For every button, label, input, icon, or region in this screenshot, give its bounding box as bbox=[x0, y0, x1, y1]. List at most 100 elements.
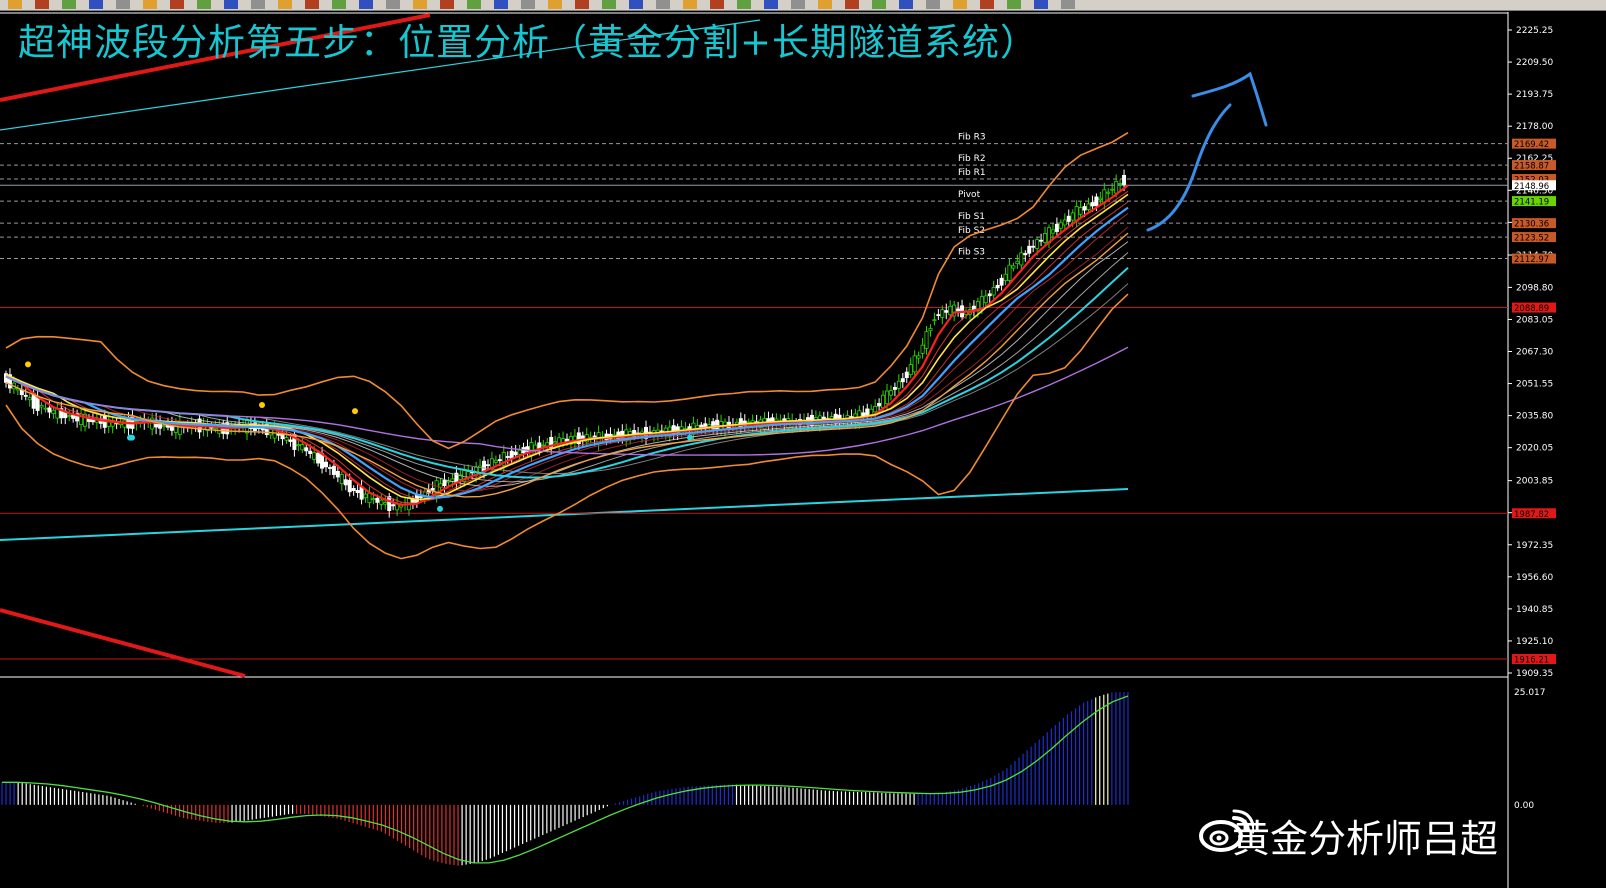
candle-body bbox=[379, 499, 384, 505]
candle-body bbox=[339, 474, 344, 484]
candle-body bbox=[1070, 212, 1075, 221]
y-tick-label: 2209.50 bbox=[1516, 58, 1553, 68]
candle-body bbox=[928, 328, 933, 332]
macd-tick-label: 25.017 bbox=[1514, 688, 1546, 698]
moving-average-line bbox=[5, 267, 1129, 479]
candle-body bbox=[1027, 245, 1032, 254]
candle-body bbox=[296, 444, 301, 447]
y-tick-label: 2003.85 bbox=[1516, 477, 1553, 487]
candle-body bbox=[553, 441, 558, 444]
y-tick-label: 1909.35 bbox=[1516, 669, 1553, 679]
candle-body bbox=[1007, 264, 1012, 281]
candle-body bbox=[327, 467, 332, 469]
price-tag-label: 2141.19 bbox=[1514, 198, 1549, 208]
candle-body bbox=[888, 390, 893, 396]
pivot-level-label: Fib R2 bbox=[958, 154, 986, 164]
price-chart[interactable]: 2225.252209.502193.752178.002162.252146.… bbox=[0, 0, 1606, 888]
candle-body bbox=[1031, 245, 1036, 248]
pivot-level-label: Fib S1 bbox=[958, 212, 985, 222]
candle-body bbox=[944, 310, 949, 313]
candle-body bbox=[331, 465, 336, 475]
candle-body bbox=[1082, 206, 1087, 211]
candle-body bbox=[1003, 273, 1008, 281]
candle-body bbox=[300, 444, 305, 451]
candle-body bbox=[1118, 183, 1123, 185]
candle-body bbox=[162, 425, 167, 427]
price-tag-label: 2112.97 bbox=[1514, 255, 1549, 265]
candle-body bbox=[466, 471, 471, 478]
candle-body bbox=[1035, 239, 1040, 249]
y-tick-label: 2035.80 bbox=[1516, 412, 1553, 422]
price-tag-label: 1987.82 bbox=[1514, 510, 1549, 520]
price-tag-label: 1916.21 bbox=[1514, 656, 1549, 666]
candle-body bbox=[1054, 223, 1059, 232]
candle-body bbox=[1066, 215, 1071, 222]
candle-body bbox=[304, 447, 309, 452]
candle-body bbox=[316, 452, 321, 464]
candle-body bbox=[27, 397, 32, 401]
candle-body bbox=[347, 479, 352, 493]
candle-body bbox=[541, 444, 546, 447]
candle-body bbox=[288, 439, 293, 442]
candle-body bbox=[932, 319, 937, 322]
candle-body bbox=[1039, 239, 1044, 242]
y-tick-label: 2083.05 bbox=[1516, 315, 1553, 325]
candle-body bbox=[1058, 222, 1063, 229]
candle-body bbox=[375, 497, 380, 503]
candle-body bbox=[896, 380, 901, 389]
fractal-marker bbox=[687, 434, 693, 441]
y-tick-label: 2067.30 bbox=[1516, 348, 1553, 358]
price-tag-label: 2123.52 bbox=[1514, 234, 1549, 244]
candle-body bbox=[1094, 196, 1099, 207]
candle-body bbox=[43, 407, 48, 410]
candle-body bbox=[1043, 233, 1048, 243]
forecast-arrow-peak bbox=[1191, 71, 1268, 127]
y-tick-label: 2020.05 bbox=[1516, 444, 1553, 454]
candle-body bbox=[442, 479, 447, 487]
candle-body bbox=[912, 355, 917, 373]
macd-histogram bbox=[1, 692, 1129, 866]
candle-body bbox=[493, 459, 498, 463]
pivot-level-label: Fib R1 bbox=[958, 168, 986, 178]
fractal-marker bbox=[437, 505, 443, 512]
candle-body bbox=[1110, 188, 1115, 191]
y-tick-label: 1972.35 bbox=[1516, 541, 1553, 551]
candle-body bbox=[371, 498, 376, 501]
candle-body bbox=[517, 449, 522, 455]
candle-body bbox=[39, 405, 44, 408]
candle-body bbox=[920, 344, 925, 354]
candle-body bbox=[1019, 252, 1024, 266]
y-tick-label: 2178.00 bbox=[1516, 122, 1553, 132]
candle-body bbox=[873, 406, 878, 413]
candle-body bbox=[936, 314, 941, 317]
y-tick-label: 2225.25 bbox=[1516, 26, 1553, 36]
y-tick-label: 1925.10 bbox=[1516, 637, 1553, 647]
yellow-moving-average bbox=[5, 193, 1129, 501]
candle-body bbox=[430, 488, 435, 491]
candle-body bbox=[904, 371, 909, 379]
price-tag-label: 2169.42 bbox=[1514, 140, 1549, 150]
macd-tick-label: 0.00 bbox=[1514, 801, 1534, 811]
fractal-marker bbox=[259, 402, 265, 409]
candle-body bbox=[308, 450, 313, 454]
candle-body bbox=[881, 394, 886, 409]
candle-body bbox=[715, 419, 720, 430]
bollinger-upper-band bbox=[5, 132, 1129, 450]
moving-average-line bbox=[5, 252, 1129, 483]
candle-body bbox=[280, 433, 285, 440]
trend-line-lower bbox=[0, 608, 246, 678]
candle-body bbox=[1090, 202, 1095, 207]
candle-body bbox=[324, 461, 329, 468]
candle-body bbox=[47, 407, 52, 413]
candle-body bbox=[1098, 197, 1103, 201]
candle-body bbox=[509, 450, 514, 459]
price-tag-label: 2148.96 bbox=[1514, 182, 1549, 192]
candle-body bbox=[335, 470, 340, 478]
y-tick-label: 2098.80 bbox=[1516, 283, 1553, 293]
y-tick-label: 2051.55 bbox=[1516, 380, 1553, 390]
candle-body bbox=[363, 493, 368, 499]
y-tick-label: 1940.85 bbox=[1516, 605, 1553, 615]
candle-body bbox=[23, 394, 28, 397]
watermark-author: 黄金分析师吕超 bbox=[1232, 817, 1499, 861]
macd-signal-line bbox=[2, 695, 1129, 864]
